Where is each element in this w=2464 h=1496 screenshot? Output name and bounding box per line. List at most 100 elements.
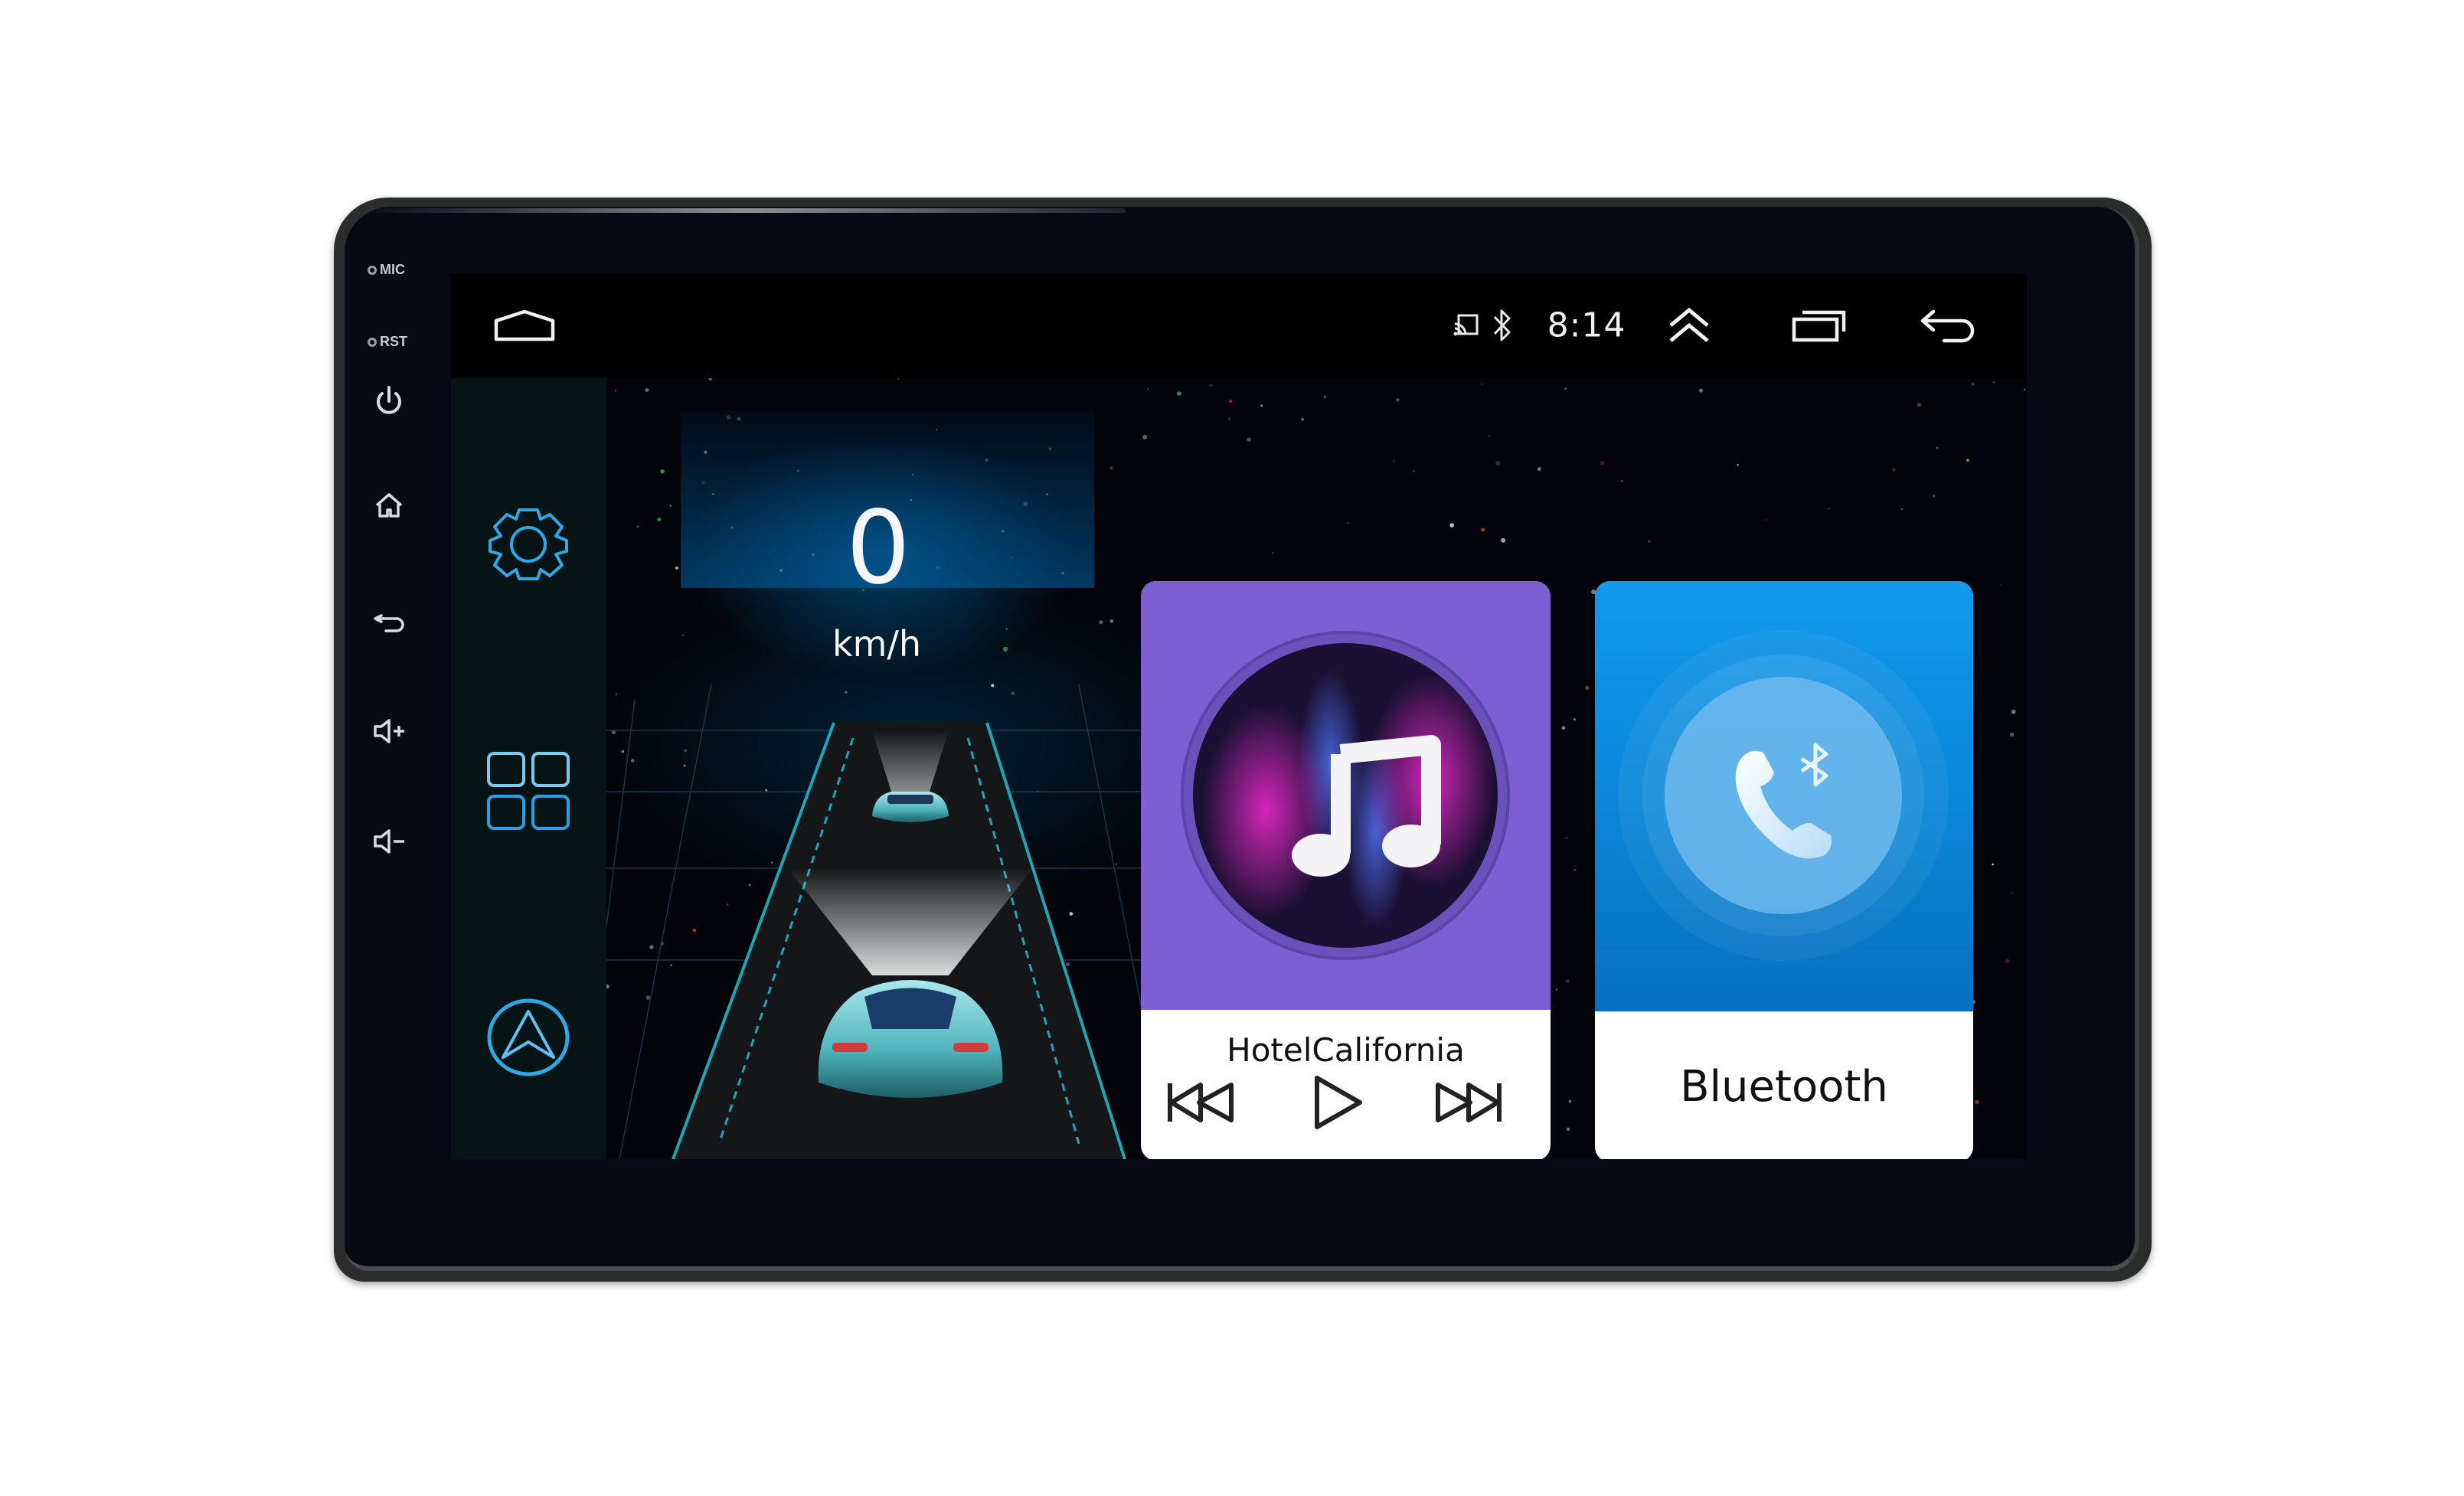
star (1568, 1099, 1572, 1103)
star (1900, 508, 1903, 511)
expand-up-icon (1669, 307, 1709, 342)
star (1501, 537, 1506, 543)
star (1449, 523, 1455, 528)
star (1177, 391, 1181, 396)
cast-status (1453, 313, 1480, 338)
status-bar: 8:14 (451, 273, 2027, 378)
star (1393, 459, 1394, 462)
navigation-arrow-icon (487, 998, 570, 1076)
star (708, 378, 712, 381)
star (1323, 396, 1326, 399)
star (681, 634, 684, 636)
star (1565, 979, 1570, 983)
expand-button[interactable] (1667, 307, 1711, 344)
home-screen: 0 km/h HotelCalifornia Bluetooth (451, 378, 2027, 1159)
previous-button[interactable] (1165, 1080, 1236, 1128)
star (636, 525, 639, 528)
star (1482, 384, 1483, 385)
star (1210, 384, 1212, 387)
star (2005, 959, 2010, 963)
album-art (1181, 631, 1510, 960)
play-button[interactable] (1312, 1074, 1364, 1134)
hw-back-button[interactable] (366, 599, 412, 645)
bluetooth-status (1492, 308, 1512, 343)
star (1917, 402, 1922, 407)
rst-label: RST (380, 334, 407, 349)
star (1561, 726, 1566, 730)
star (669, 505, 672, 507)
star (1648, 540, 1651, 543)
star (1537, 467, 1541, 472)
star (1573, 718, 1576, 720)
sidebar-item-navigation[interactable] (486, 998, 570, 1080)
play-icon (1315, 1076, 1362, 1129)
star (1260, 404, 1263, 407)
star (2009, 732, 2015, 737)
star (1229, 400, 1233, 403)
star (1495, 460, 1501, 465)
bluetooth-phone-icon (1735, 743, 1832, 859)
home-icon (375, 493, 403, 518)
star (1585, 685, 1590, 691)
reset-hole-icon (368, 337, 377, 347)
star (1992, 381, 1995, 384)
mic-label: MIC (380, 262, 405, 277)
hw-power-button[interactable] (366, 378, 412, 424)
next-button[interactable] (1433, 1080, 1504, 1128)
bezel-highlight (360, 208, 1126, 213)
star (1109, 466, 1113, 470)
home-button[interactable] (493, 309, 556, 342)
hw-home-button[interactable] (366, 482, 412, 528)
bluetooth-icon (1493, 309, 1511, 341)
star (1481, 528, 1485, 532)
recent-apps-icon (1792, 310, 1846, 342)
star (1142, 435, 1147, 439)
reset-port[interactable]: RST (368, 334, 407, 350)
music-art-area[interactable] (1141, 581, 1551, 1010)
cast-icon (1453, 314, 1479, 336)
star (1573, 868, 1577, 871)
star (1971, 383, 1975, 386)
home-outline-icon (494, 309, 555, 341)
star (2011, 709, 2016, 714)
hw-volume-up-button[interactable] (366, 708, 412, 754)
bluetooth-art-area[interactable] (1595, 581, 1973, 1011)
bluetooth-widget[interactable]: Bluetooth (1595, 581, 1973, 1159)
star (897, 378, 900, 380)
star (1396, 398, 1400, 402)
star (1828, 508, 1830, 510)
previous-icon (1168, 1083, 1234, 1122)
volume-up-icon (374, 719, 404, 743)
star (1933, 495, 1936, 498)
star (1564, 387, 1567, 390)
recent-apps-button[interactable] (1792, 309, 1847, 342)
sidebar-item-settings[interactable] (485, 504, 571, 586)
mic-port: MIC (368, 262, 405, 278)
star (2000, 584, 2002, 586)
app-grid-icon (487, 752, 570, 830)
star (1892, 468, 1896, 472)
star (1099, 620, 1103, 625)
hw-volume-down-button[interactable] (366, 818, 412, 864)
star (1975, 1099, 1979, 1105)
star (1109, 619, 1113, 623)
speed-unit: km/h (832, 623, 922, 665)
star (1413, 470, 1415, 472)
music-widget[interactable]: HotelCalifornia (1141, 581, 1551, 1159)
star (2011, 891, 2013, 894)
road-scene (589, 684, 1201, 1159)
star (1005, 628, 1008, 630)
star (1566, 837, 1567, 839)
star (1764, 518, 1766, 521)
star (675, 567, 678, 570)
star (1566, 1127, 1570, 1131)
star (614, 390, 617, 392)
star (1489, 436, 1490, 437)
star (2024, 388, 2026, 390)
sidebar-item-apps[interactable] (486, 751, 570, 834)
star (1147, 388, 1149, 390)
back-button[interactable] (1920, 307, 1976, 344)
music-note-icon (1292, 735, 1441, 877)
star (1555, 988, 1558, 991)
clock: 8:14 (1547, 305, 1626, 345)
